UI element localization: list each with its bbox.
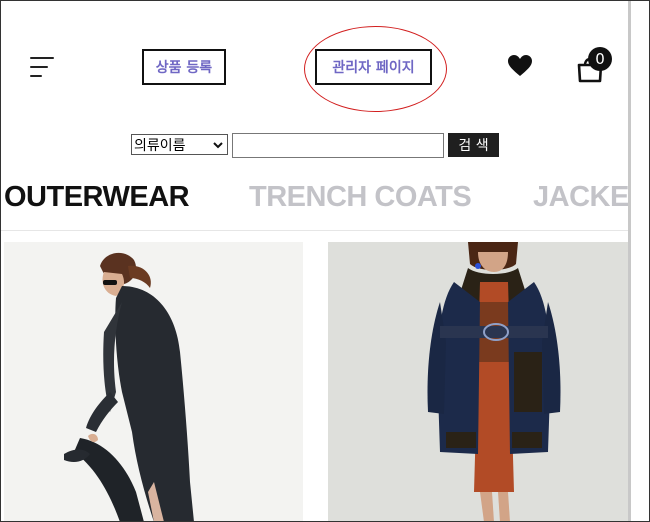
register-product-button[interactable]: 상품 등록 — [142, 49, 226, 85]
app-frame: 상품 등록 관리자 페이지 0 의류이름 검 색 OUTERWEAR TRENC… — [0, 0, 650, 522]
heart-icon[interactable] — [507, 54, 533, 78]
search-category-value: 의류이름 — [134, 137, 186, 154]
product-card[interactable] — [4, 242, 303, 521]
scrollbar[interactable] — [628, 1, 631, 521]
admin-page-button[interactable]: 관리자 페이지 — [315, 49, 432, 85]
category-tab-jackets[interactable]: JACKE — [533, 181, 629, 214]
cart-count-badge: 0 — [588, 47, 612, 71]
chevron-down-icon — [213, 142, 223, 149]
search-category-select[interactable]: 의류이름 — [131, 134, 228, 155]
divider — [1, 230, 628, 231]
hamburger-menu-icon[interactable] — [30, 55, 56, 79]
search-button[interactable]: 검 색 — [448, 133, 499, 157]
product-image — [4, 242, 303, 521]
product-card[interactable] — [328, 242, 628, 521]
product-image — [328, 242, 628, 521]
search-input[interactable] — [232, 133, 444, 158]
category-tab-trench-coats[interactable]: TRENCH COATS — [249, 181, 472, 214]
category-tab-outerwear[interactable]: OUTERWEAR — [4, 181, 190, 214]
